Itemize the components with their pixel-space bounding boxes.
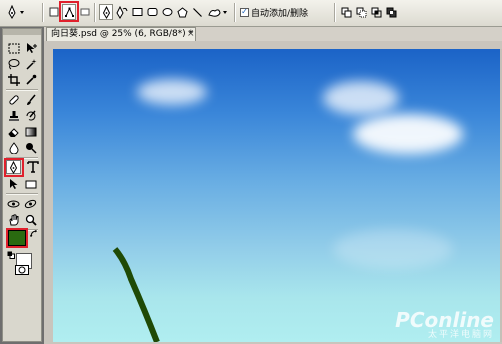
marquee-icon xyxy=(8,43,19,53)
move-tool[interactable] xyxy=(23,41,38,55)
close-icon[interactable]: × xyxy=(187,28,195,40)
healing-brush-icon xyxy=(8,95,19,105)
crop-icon xyxy=(7,74,20,86)
path-selection-tool[interactable] xyxy=(6,177,21,191)
marquee-tool[interactable] xyxy=(6,41,21,55)
line-shape-button[interactable] xyxy=(191,4,204,20)
clone-stamp-tool[interactable] xyxy=(6,109,21,123)
zoom-tool[interactable] xyxy=(23,213,38,227)
document-window: 向日葵.psd @ 25% (6, RGB/8*) * × PConline 太… xyxy=(44,27,502,344)
intersect-area-icon xyxy=(371,7,382,17)
add-to-area-icon xyxy=(341,7,352,17)
quick-mask-button[interactable] xyxy=(15,265,29,275)
history-brush-icon xyxy=(26,110,36,121)
default-colors-icon[interactable] xyxy=(7,251,15,262)
ellipse-icon xyxy=(162,8,173,16)
eyedropper-tool[interactable] xyxy=(23,73,38,87)
polygon-icon xyxy=(177,6,188,17)
intersect-path-area-button[interactable] xyxy=(370,4,383,20)
3d-orbit-tool[interactable] xyxy=(23,197,38,211)
blur-tool[interactable] xyxy=(6,141,21,155)
toolbox-grip[interactable] xyxy=(3,29,41,35)
ellipse-shape-button[interactable] xyxy=(161,4,174,20)
blur-icon xyxy=(8,142,19,154)
exclude-path-area-button[interactable] xyxy=(385,4,398,20)
path-selection-icon xyxy=(9,179,17,189)
crop-tool[interactable] xyxy=(6,73,21,87)
gradient-icon xyxy=(25,127,36,137)
auto-add-delete-checkbox[interactable]: ✓ xyxy=(240,7,249,17)
swap-colors-icon[interactable] xyxy=(30,230,38,241)
rectangle-shape-button[interactable] xyxy=(131,4,144,20)
fill-pixels-icon xyxy=(80,8,90,16)
eyedropper-icon xyxy=(25,74,36,85)
rectangle-icon xyxy=(132,8,143,16)
3d-orbit-icon xyxy=(24,199,37,209)
eraser-icon xyxy=(7,128,19,137)
sunflower-stem xyxy=(112,247,160,342)
document-tab-title: 向日葵.psd @ 25% (6, RGB/8*) xyxy=(51,29,186,39)
shape-layers-icon xyxy=(49,7,59,17)
add-to-path-area-button[interactable] xyxy=(340,4,353,20)
pen-icon xyxy=(8,5,24,19)
hand-tool[interactable] xyxy=(6,213,21,227)
eraser-tool[interactable] xyxy=(6,125,21,139)
dodge-tool[interactable] xyxy=(23,141,38,155)
dodge-icon xyxy=(25,143,37,154)
foreground-color-highlight xyxy=(6,228,28,248)
quick-mask-icon xyxy=(15,265,29,275)
history-brush-tool[interactable] xyxy=(23,109,38,123)
polygon-shape-button[interactable] xyxy=(176,4,189,20)
canvas[interactable]: PConline 太平洋电脑网 xyxy=(53,49,500,342)
auto-add-delete-label: 自动添加/删除 xyxy=(251,8,309,19)
document-tab[interactable]: 向日葵.psd @ 25% (6, RGB/8*) * × xyxy=(46,27,196,41)
move-icon xyxy=(26,43,37,53)
type-icon xyxy=(26,161,39,173)
auto-add-delete-option[interactable]: ✓ 自动添加/删除 xyxy=(240,4,332,20)
watermark-brand: PConline xyxy=(395,308,494,332)
paths-mode-highlight xyxy=(59,1,79,22)
magic-wand-tool[interactable] xyxy=(23,57,38,71)
check-icon: ✓ xyxy=(241,7,248,16)
canvas-area: PConline 太平洋电脑网 xyxy=(44,41,502,344)
3d-rotate-icon xyxy=(7,200,20,208)
custom-shape-button[interactable] xyxy=(206,4,230,20)
fill-pixels-button[interactable] xyxy=(79,4,91,20)
watermark: PConline 太平洋电脑网 xyxy=(395,310,494,340)
freeform-pen-button[interactable] xyxy=(115,4,129,20)
custom-shape-icon xyxy=(208,8,227,17)
rectangle-icon xyxy=(25,180,36,188)
line-icon xyxy=(193,7,202,17)
brush-icon xyxy=(26,94,36,105)
pen-icon xyxy=(102,5,110,19)
type-tool[interactable] xyxy=(25,160,40,174)
freeform-pen-icon xyxy=(116,5,128,19)
rounded-rectangle-button[interactable] xyxy=(146,4,159,20)
magic-wand-icon xyxy=(25,59,36,70)
gradient-tool[interactable] xyxy=(23,125,38,139)
rectangle-tool[interactable] xyxy=(23,177,38,191)
brush-tool[interactable] xyxy=(23,93,38,107)
clone-stamp-icon xyxy=(8,111,19,121)
subtract-path-area-button[interactable] xyxy=(355,4,368,20)
pen-tool-button[interactable] xyxy=(99,4,113,20)
healing-brush-tool[interactable] xyxy=(6,93,21,107)
zoom-icon xyxy=(25,214,37,226)
lasso-tool[interactable] xyxy=(6,57,21,71)
3d-rotate-tool[interactable] xyxy=(6,197,21,211)
subtract-area-icon xyxy=(356,7,367,17)
exclude-area-icon xyxy=(386,7,397,17)
options-bar: ✓ 自动添加/删除 xyxy=(0,0,502,27)
pen-tool-highlight xyxy=(4,158,24,177)
toolbox xyxy=(2,28,42,342)
lasso-icon xyxy=(8,59,20,70)
rounded-rectangle-icon xyxy=(147,8,158,16)
tool-preset-picker[interactable] xyxy=(4,4,28,20)
hand-icon xyxy=(8,214,18,226)
